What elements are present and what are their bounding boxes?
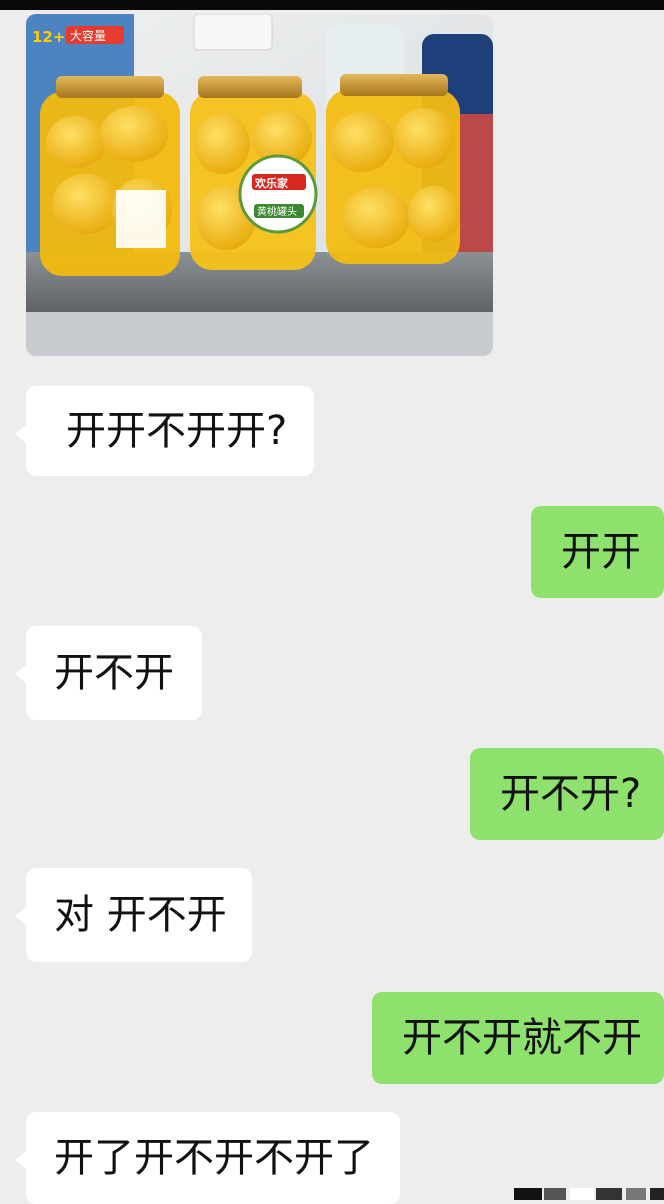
watermark-strip xyxy=(514,1188,664,1200)
message-text: 开了开不开不开了 xyxy=(54,1135,374,1181)
outgoing-message-bubble[interactable]: 开不开? xyxy=(470,748,664,840)
message-text: 开不开就不开 xyxy=(402,1015,642,1061)
incoming-message-bubble[interactable]: 对 开不开 xyxy=(15,868,252,962)
message-text: 开开 xyxy=(561,529,641,575)
message-text: 开开不开开? xyxy=(66,408,288,454)
incoming-message-bubble[interactable]: 开了开不开不开了 xyxy=(15,1112,400,1204)
jar-label-brand: 欢乐家 xyxy=(254,176,289,190)
jar-label-product: 黄桃罐头 xyxy=(257,205,297,218)
outgoing-message-bubble[interactable]: 开开 xyxy=(531,506,664,598)
photo-message-peach-jars[interactable]: 12+2 大容量 欢乐家 黄桃罐头 xyxy=(26,14,493,356)
message-text: 对 开不开 xyxy=(54,892,227,938)
message-text: 开不开? xyxy=(500,771,642,817)
incoming-message-bubble[interactable]: 开开不开开? xyxy=(15,386,314,476)
incoming-message-bubble[interactable]: 开不开 xyxy=(15,626,202,720)
box-badge: 大容量 xyxy=(70,28,106,43)
status-bar xyxy=(0,0,664,10)
outgoing-message-bubble[interactable]: 开不开就不开 xyxy=(372,992,664,1084)
message-text: 开不开 xyxy=(54,650,174,696)
